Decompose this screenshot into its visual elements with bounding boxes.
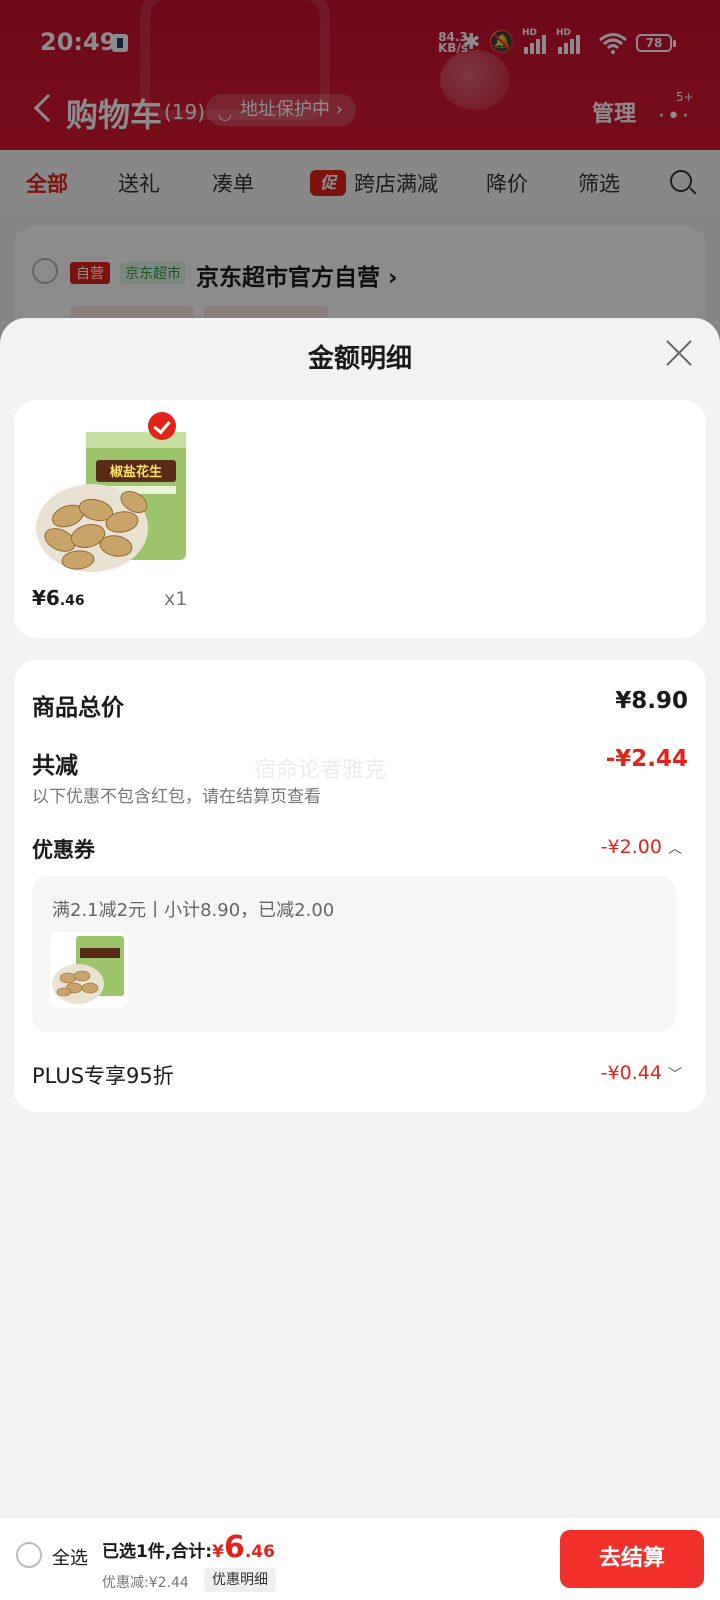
plus-discount-toggle[interactable]: -¥0.44 ﹀ (601, 1062, 682, 1084)
select-all-label[interactable]: 全选 (52, 1544, 88, 1570)
total-reduce-label: 共减 (32, 753, 78, 779)
coupon-detail-text: 满2.1减2元丨小计8.90，已减2.00 (52, 900, 335, 921)
plus-discount-value: -¥0.44 (600, 1062, 662, 1084)
svg-text:椒盐花生: 椒盐花生 (110, 464, 162, 480)
amount-detail-sheet: 金额明细 椒盐花生 ¥6.46 x1 商品总价 ¥8.90 宿命论者雅克 共减 … (0, 318, 720, 1518)
coupon-label: 优惠券 (32, 838, 95, 862)
checkout-bar: 全选 已选1件,合计:¥6.46 优惠减:¥2.44 优惠明细 去结算 (0, 1518, 720, 1600)
sheet-title: 金额明细 (307, 344, 412, 374)
product-quantity: x1 (164, 588, 188, 610)
product-image: 椒盐花生 (36, 432, 186, 572)
plus-discount-label: PLUS专享95折 (32, 1064, 174, 1088)
amount-detail-card: 商品总价 ¥8.90 宿命论者雅克 共减 -¥2.44 以下优惠不包含红包，请在… (14, 660, 706, 1112)
total-price-value: ¥8.90 (615, 688, 688, 714)
select-all-radio[interactable] (16, 1542, 42, 1568)
watermark-text: 宿命论者雅克 (254, 758, 387, 783)
coupon-value: -¥2.00 (600, 836, 662, 858)
reduce-note: 以下优惠不包含红包，请在结算页查看 (32, 787, 321, 807)
total-reduce-value: -¥2.44 (605, 746, 688, 772)
coupon-detail-box: 满2.1减2元丨小计8.90，已减2.00 (32, 876, 676, 1032)
total-price-label: 商品总价 (32, 695, 124, 721)
chevron-down-icon: ﹀ (668, 1067, 682, 1083)
checkout-button[interactable]: 去结算 (560, 1530, 704, 1588)
product-card: 椒盐花生 ¥6.46 x1 (14, 400, 706, 638)
chevron-up-icon: ︿ (668, 841, 682, 857)
selected-check-icon (148, 412, 176, 440)
product-price: ¥6.46 (32, 586, 85, 610)
close-icon[interactable] (664, 338, 694, 368)
discount-amount: 优惠减:¥2.44 (102, 1575, 189, 1591)
coupon-product-thumbnail (50, 932, 128, 1008)
discount-detail-button[interactable]: 优惠明细 (204, 1568, 276, 1592)
selected-summary: 已选1件,合计:¥6.46 (102, 1530, 275, 1565)
coupon-toggle[interactable]: -¥2.00 ︿ (601, 836, 682, 858)
